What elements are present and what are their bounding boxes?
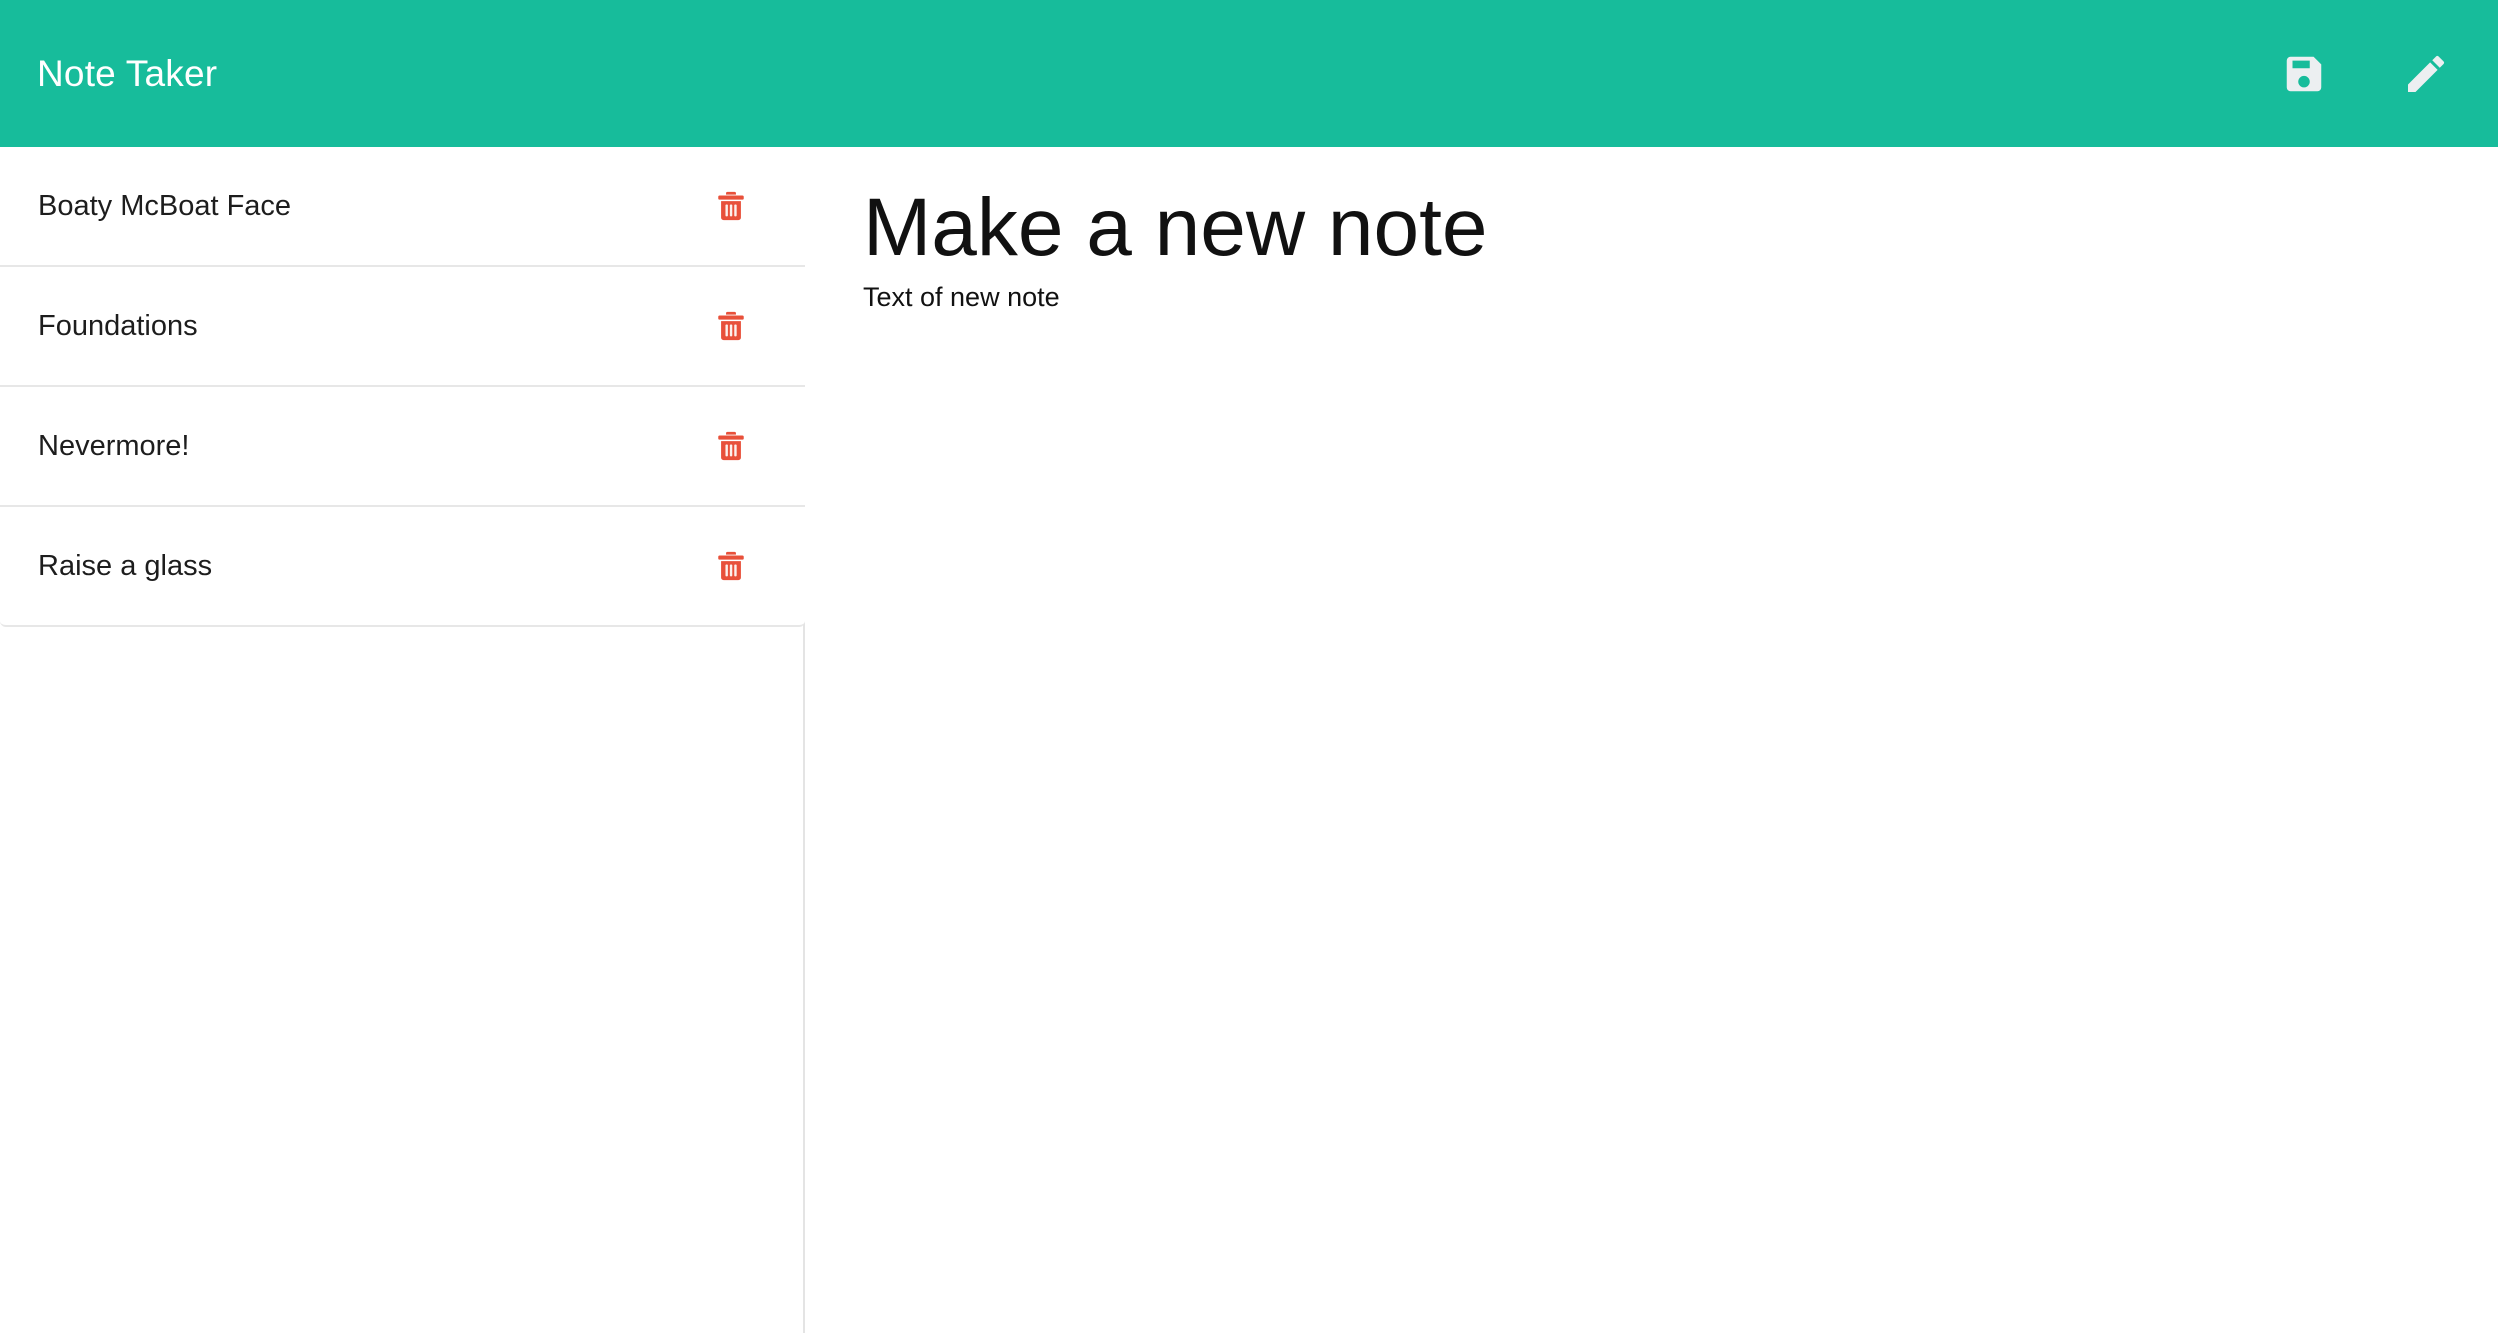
trash-icon bbox=[714, 309, 748, 343]
delete-note-button[interactable] bbox=[709, 184, 753, 228]
note-list-item[interactable]: Raise a glass bbox=[0, 507, 805, 627]
note-title: Boaty McBoat Face bbox=[38, 191, 292, 221]
save-icon bbox=[2281, 51, 2327, 97]
note-list-sidebar: Boaty McBoat Face Foundations Nevermore!… bbox=[0, 147, 805, 1333]
new-note-button[interactable] bbox=[2400, 48, 2452, 100]
pencil-icon bbox=[2402, 50, 2450, 98]
header-actions bbox=[2278, 48, 2462, 100]
delete-note-button[interactable] bbox=[709, 544, 753, 588]
main-layout: Boaty McBoat Face Foundations Nevermore!… bbox=[0, 147, 2498, 1333]
note-list: Boaty McBoat Face Foundations Nevermore!… bbox=[0, 147, 805, 627]
note-list-item[interactable]: Nevermore! bbox=[0, 387, 805, 507]
note-title: Nevermore! bbox=[38, 431, 190, 461]
note-title: Foundations bbox=[38, 311, 198, 341]
delete-note-button[interactable] bbox=[709, 304, 753, 348]
note-editor bbox=[805, 147, 2498, 1333]
note-list-item[interactable]: Foundations bbox=[0, 267, 805, 387]
app-header: Note Taker bbox=[0, 0, 2498, 147]
app-title: Note Taker bbox=[37, 53, 218, 94]
trash-icon bbox=[714, 549, 748, 583]
note-title: Raise a glass bbox=[38, 551, 213, 581]
note-list-item[interactable]: Boaty McBoat Face bbox=[0, 147, 805, 267]
note-text-input[interactable] bbox=[863, 279, 2438, 1240]
note-taker-app: Note Taker Boaty McBoat Face Foundations… bbox=[0, 0, 2498, 1333]
trash-icon bbox=[714, 189, 748, 223]
save-note-button[interactable] bbox=[2278, 48, 2330, 100]
trash-icon bbox=[714, 429, 748, 463]
delete-note-button[interactable] bbox=[709, 424, 753, 468]
note-title-input[interactable] bbox=[863, 183, 2438, 274]
